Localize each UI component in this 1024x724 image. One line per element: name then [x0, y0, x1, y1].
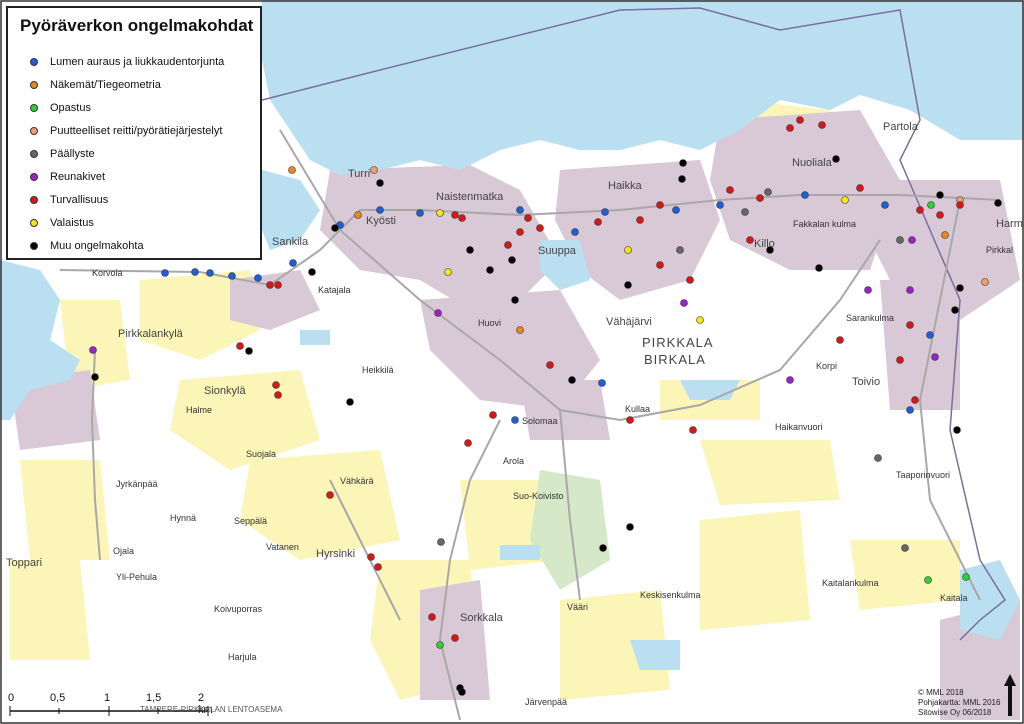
place-jarvenpaa: Järvenpää — [525, 697, 568, 707]
legend-title: Pyöräverkon ongelmakohdat — [20, 16, 254, 35]
legend-label: Näkemät/Tiegeometria — [50, 79, 161, 91]
legend-label: Päällyste — [50, 148, 95, 160]
place-toppari: Toppari — [6, 557, 43, 569]
place-toivio: Toivio — [852, 376, 881, 388]
place-korpi: Korpi — [816, 361, 838, 371]
credit-copyright: © MML 2018 — [918, 688, 964, 697]
legend-label: Turvallisuus — [50, 194, 109, 206]
legend-item-other: Muu ongelmakohta — [30, 237, 144, 255]
place-naistenmatka: Naistenmatka — [436, 191, 504, 203]
map-credits: © MML 2018 Pohjakartta: MML 2016 Sitowis… — [918, 688, 1000, 718]
place-solomaa: Solomaa — [522, 416, 558, 426]
legend-label: Lumen auraus ja liukkaudentorjunta — [50, 56, 225, 68]
place-ojala: Ojala — [113, 546, 135, 556]
scale-label-1: 1 — [104, 692, 111, 704]
place-keskisenkulma: Keskisenkulma — [640, 590, 701, 600]
place-sionkyla: Sionkylä — [204, 385, 246, 397]
place-suuppa: Suuppa — [538, 245, 576, 257]
legend-label: Muu ongelmakohta — [50, 240, 144, 252]
legend-dot — [30, 150, 38, 158]
place-suojala: Suojala — [246, 449, 277, 459]
airport-label: TAMPERE-PIRKKALAN LENTOASEMA — [140, 705, 283, 714]
legend-label: Reunakivet — [50, 171, 106, 183]
north-arrow-icon — [1004, 674, 1016, 716]
place-korvola: Korvola — [92, 268, 123, 278]
place-heikkila: Heikkilä — [362, 365, 394, 375]
place-hynna: Hynnä — [170, 513, 197, 523]
legend-label: Valaistus — [50, 217, 94, 229]
place-pirkkalankyla: Pirkkalankylä — [118, 328, 183, 340]
place-pirkkala: PIRKKALA — [642, 335, 714, 350]
legend-item-signage: Opastus — [30, 99, 91, 117]
place-kyosti: Kyösti — [366, 215, 396, 227]
place-arola: Arola — [503, 456, 525, 466]
place-suokoivisto: Suo-Koivisto — [513, 491, 564, 501]
place-haikka: Haikka — [608, 180, 642, 192]
place-sarankulma: Sarankulma — [846, 313, 895, 323]
place-turri: Turri — [348, 168, 371, 180]
legend-item-pavement: Päällyste — [30, 145, 95, 163]
place-harm: Harm — [996, 218, 1023, 230]
legend-dot — [30, 127, 38, 135]
place-ylipehula: Yli-Pehula — [116, 572, 158, 582]
place-vahajarvi: Vähäjärvi — [606, 316, 652, 328]
legend-dot — [30, 242, 38, 250]
legend-item-snow-clearing: Lumen auraus ja liukkaudentorjunta — [30, 53, 224, 71]
scale-label-0-5: 0,5 — [50, 692, 66, 704]
place-killo: Killo — [754, 238, 775, 250]
legend-item-curbs: Reunakivet — [30, 168, 105, 186]
place-fakkalankulma: Fakkalan kulma — [793, 219, 857, 229]
legend-item-sightlines: Näkemät/Tiegeometria — [30, 76, 161, 94]
place-sankila: Sankila — [272, 236, 309, 248]
place-koivuporras: Koivuporras — [214, 604, 263, 614]
place-hyrsinki: Hyrsinki — [316, 548, 356, 560]
place-sorkkala: Sorkkala — [460, 612, 503, 624]
legend-dot — [30, 219, 38, 227]
legend-item-lighting: Valaistus — [30, 214, 94, 232]
place-kullaa: Kullaa — [625, 404, 651, 414]
legend-dot — [30, 81, 38, 89]
place-vatanen: Vatanen — [266, 542, 299, 552]
credit-author: Sitowise Oy 06/2018 — [918, 708, 992, 717]
place-pirkkal: Pirkkal — [986, 245, 1014, 255]
place-taaporinvuori: Taaporinvuori — [896, 470, 951, 480]
legend-label: Opastus — [50, 102, 91, 114]
legend-dot — [30, 104, 38, 112]
legend-panel: Pyöräverkon ongelmakohdat Lumen auraus j… — [6, 6, 262, 260]
place-vahkara: Vähkärä — [340, 476, 374, 486]
place-nuolialia: Nuoliala — [792, 157, 832, 169]
legend-dot — [30, 196, 38, 204]
place-kaitala: Kaitala — [940, 593, 968, 603]
place-seppala: Seppälä — [234, 516, 268, 526]
scale-label-0: 0 — [8, 692, 15, 704]
place-vaari: Vääri — [567, 602, 589, 612]
place-partola: Partola — [883, 121, 918, 133]
place-jyrkanpaa: Jyrkänpää — [116, 479, 158, 489]
legend-dot — [30, 58, 38, 66]
legend-label: Puutteelliset reitti/pyörätiejärjestelyt — [50, 125, 223, 137]
credit-basemap: Pohjakartta: MML 2016 — [918, 698, 1001, 707]
place-birkala: BIRKALA — [644, 352, 706, 367]
place-harjula: Harjula — [228, 652, 257, 662]
place-halme: Halme — [186, 405, 213, 415]
place-haikanvuori: Haikanvuori — [775, 422, 823, 432]
legend-item-route-deficiencies: Puutteelliset reitti/pyörätiejärjestelyt — [30, 122, 222, 140]
place-katajala: Katajala — [318, 285, 351, 295]
place-huovi: Huovi — [478, 318, 502, 328]
legend-item-safety: Turvallisuus — [30, 191, 108, 209]
place-kaitalankulma: Kaitalankulma — [822, 578, 879, 588]
scale-label-1-5: 1,5 — [146, 692, 162, 704]
legend-dot — [30, 173, 38, 181]
